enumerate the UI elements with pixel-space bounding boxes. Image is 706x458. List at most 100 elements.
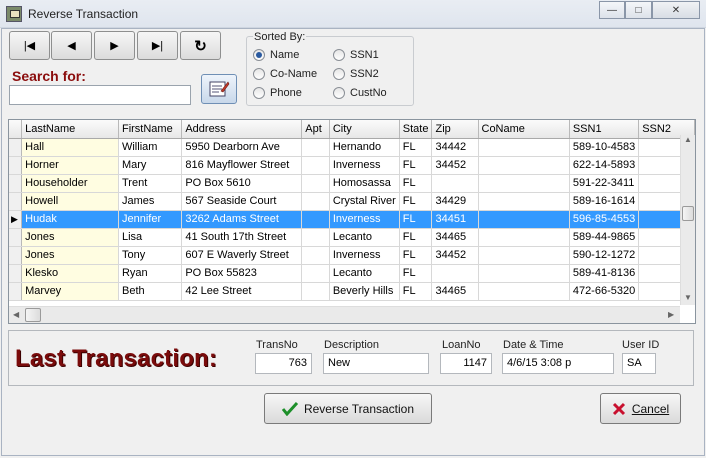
vertical-scroll-thumb[interactable] bbox=[682, 206, 694, 221]
grid-cell[interactable]: 34465 bbox=[431, 282, 479, 301]
grid-cell[interactable]: 590-12-1272 bbox=[569, 246, 640, 265]
sort-phone-radio[interactable]: Phone bbox=[253, 87, 302, 99]
grid-cell[interactable]: Lecanto bbox=[329, 228, 400, 247]
grid-cell[interactable]: Inverness bbox=[329, 156, 400, 175]
column-header[interactable]: Address bbox=[181, 120, 303, 139]
scroll-down-icon[interactable]: ▼ bbox=[684, 293, 692, 302]
grid-cell[interactable] bbox=[301, 228, 330, 247]
grid-cell[interactable]: Tony bbox=[118, 246, 183, 265]
grid-cell[interactable]: 34465 bbox=[431, 228, 479, 247]
customer-grid[interactable]: LastName FirstName Address Apt City Stat… bbox=[8, 119, 696, 324]
grid-cell[interactable]: Hudak bbox=[21, 210, 119, 229]
column-header[interactable]: SSN1 bbox=[569, 120, 640, 139]
last-record-button[interactable]: ▶| bbox=[137, 31, 178, 60]
grid-cell[interactable]: 589-16-1614 bbox=[569, 192, 640, 211]
grid-cell[interactable] bbox=[478, 192, 570, 211]
grid-cell[interactable] bbox=[478, 228, 570, 247]
grid-cell[interactable]: FL bbox=[399, 228, 433, 247]
cancel-button[interactable]: Cancel bbox=[600, 393, 681, 424]
grid-cell[interactable]: 589-10-4583 bbox=[569, 138, 640, 157]
grid-cell[interactable]: 567 Seaside Court bbox=[181, 192, 303, 211]
grid-cell[interactable]: FL bbox=[399, 156, 433, 175]
table-row[interactable]: Klesko Ryan PO Box 55823 Lecanto FL 589-41-81… bbox=[9, 264, 695, 283]
grid-cell[interactable] bbox=[301, 138, 330, 157]
grid-cell[interactable]: Jennifer bbox=[118, 210, 183, 229]
grid-cell[interactable] bbox=[478, 246, 570, 265]
next-record-button[interactable]: ▶ bbox=[94, 31, 135, 60]
row-indicator[interactable] bbox=[9, 282, 23, 301]
grid-horizontal-scrollbar[interactable]: ◀ ▶ bbox=[9, 306, 680, 323]
search-input[interactable] bbox=[9, 85, 191, 105]
column-header[interactable]: State bbox=[399, 120, 433, 139]
grid-cell[interactable]: Howell bbox=[21, 192, 119, 211]
grid-cell[interactable]: Hall bbox=[21, 138, 119, 157]
grid-cell[interactable] bbox=[301, 210, 330, 229]
table-row[interactable]: Horner Mary 816 Mayflower Street Inverness F… bbox=[9, 156, 695, 175]
scroll-left-icon[interactable]: ◀ bbox=[13, 310, 19, 319]
row-indicator[interactable] bbox=[9, 264, 23, 283]
grid-cell[interactable]: 589-44-9865 bbox=[569, 228, 640, 247]
column-header[interactable]: Apt bbox=[301, 120, 330, 139]
grid-cell[interactable] bbox=[431, 264, 479, 283]
grid-cell[interactable]: Horner bbox=[21, 156, 119, 175]
first-record-button[interactable]: |◀ bbox=[9, 31, 50, 60]
column-header[interactable]: Zip bbox=[431, 120, 479, 139]
grid-cell[interactable] bbox=[301, 282, 330, 301]
grid-cell[interactable]: FL bbox=[399, 174, 433, 193]
column-header[interactable]: City bbox=[329, 120, 400, 139]
grid-cell[interactable] bbox=[478, 210, 570, 229]
grid-vertical-scrollbar[interactable]: ▲ ▼ bbox=[680, 135, 695, 305]
grid-cell[interactable]: Homosassa bbox=[329, 174, 400, 193]
grid-cell[interactable]: 42 Lee Street bbox=[181, 282, 303, 301]
grid-cell[interactable]: FL bbox=[399, 264, 433, 283]
grid-cell[interactable] bbox=[301, 264, 330, 283]
grid-cell[interactable] bbox=[301, 246, 330, 265]
grid-cell[interactable]: FL bbox=[399, 192, 433, 211]
table-row[interactable]: Marvey Beth 42 Lee Street Beverly Hills FL 34… bbox=[9, 282, 695, 301]
grid-cell[interactable]: 41 South 17th Street bbox=[181, 228, 303, 247]
grid-cell[interactable]: Jones bbox=[21, 228, 119, 247]
table-row[interactable]: ▶ Hudak Jennifer 3262 Adams Street Inverness… bbox=[9, 210, 695, 229]
close-button[interactable]: ✕ bbox=[652, 1, 700, 19]
grid-cell[interactable]: FL bbox=[399, 282, 433, 301]
grid-cell[interactable]: PO Box 5610 bbox=[181, 174, 303, 193]
table-row[interactable]: Howell James 567 Seaside Court Crystal Rive… bbox=[9, 192, 695, 211]
row-indicator[interactable]: ▶ bbox=[9, 210, 23, 229]
grid-cell[interactable] bbox=[301, 192, 330, 211]
scroll-up-icon[interactable]: ▲ bbox=[684, 135, 692, 144]
column-header[interactable]: FirstName bbox=[118, 120, 183, 139]
row-indicator[interactable] bbox=[9, 246, 23, 265]
grid-cell[interactable]: Inverness bbox=[329, 246, 400, 265]
search-button[interactable] bbox=[201, 74, 237, 104]
maximize-button[interactable]: □ bbox=[625, 1, 652, 19]
table-row[interactable]: Hall William 5950 Dearborn Ave Hernando FL 34… bbox=[9, 138, 695, 157]
previous-record-button[interactable]: ◀ bbox=[51, 31, 92, 60]
grid-cell[interactable] bbox=[478, 156, 570, 175]
grid-cell[interactable]: 816 Mayflower Street bbox=[181, 156, 303, 175]
row-indicator[interactable] bbox=[9, 228, 23, 247]
grid-cell[interactable]: William bbox=[118, 138, 183, 157]
grid-cell[interactable]: 472-66-5320 bbox=[569, 282, 640, 301]
grid-cell[interactable]: Hernando bbox=[329, 138, 400, 157]
table-row[interactable]: Jones Lisa 41 South 17th Street Lecanto FL 34… bbox=[9, 228, 695, 247]
grid-cell[interactable]: FL bbox=[399, 138, 433, 157]
table-row[interactable]: Jones Tony 607 E Waverly Street Inverness FL… bbox=[9, 246, 695, 265]
grid-cell[interactable]: Inverness bbox=[329, 210, 400, 229]
grid-cell[interactable] bbox=[478, 138, 570, 157]
reverse-transaction-button[interactable]: Reverse Transaction bbox=[264, 393, 432, 424]
grid-cell[interactable]: Klesko bbox=[21, 264, 119, 283]
grid-cell[interactable]: 34451 bbox=[431, 210, 479, 229]
row-indicator[interactable] bbox=[9, 156, 23, 175]
grid-cell[interactable]: 607 E Waverly Street bbox=[181, 246, 303, 265]
sort-ssn2-radio[interactable]: SSN2 bbox=[333, 68, 379, 80]
horizontal-scroll-thumb[interactable] bbox=[25, 308, 41, 322]
grid-cell[interactable]: FL bbox=[399, 210, 433, 229]
grid-cell[interactable]: Lisa bbox=[118, 228, 183, 247]
sort-coname-radio[interactable]: Co-Name bbox=[253, 68, 317, 80]
grid-cell[interactable] bbox=[478, 174, 570, 193]
grid-cell[interactable]: 622-14-5893 bbox=[569, 156, 640, 175]
grid-cell[interactable]: Marvey bbox=[21, 282, 119, 301]
grid-cell[interactable]: Ryan bbox=[118, 264, 183, 283]
table-row[interactable]: Householder Trent PO Box 5610 Homosassa FL 59… bbox=[9, 174, 695, 193]
grid-cell[interactable]: Beverly Hills bbox=[329, 282, 400, 301]
